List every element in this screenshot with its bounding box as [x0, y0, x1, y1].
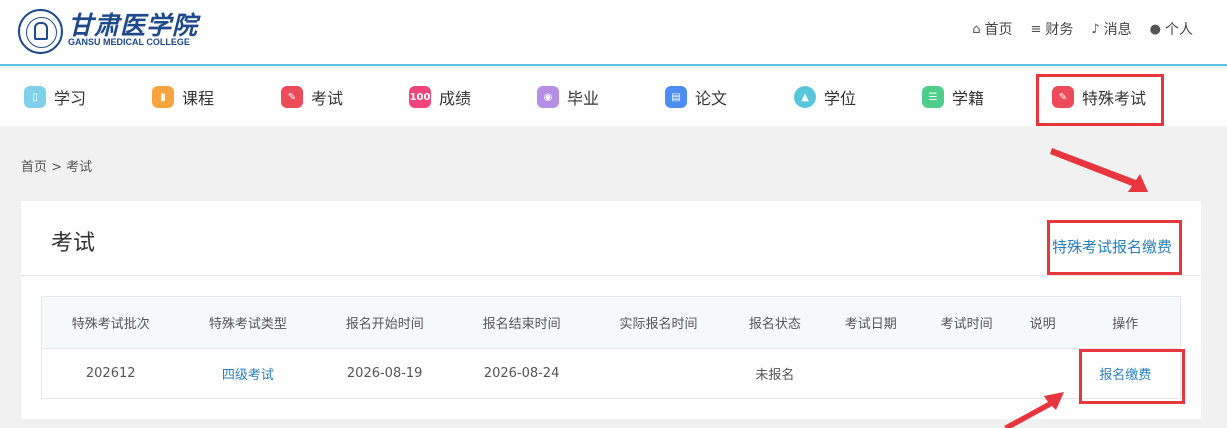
cell-status: 未报名 [726, 348, 823, 399]
college-logo [18, 9, 63, 54]
nav-item-label: 学籍 [952, 89, 985, 108]
exam-icon: ✎ [281, 86, 303, 108]
home-icon: ⌂ [972, 21, 981, 37]
col-type: 特殊考试类型 [179, 296, 317, 349]
nav-item-label: 考试 [311, 89, 344, 108]
nav-item-graduation[interactable]: ◉ 毕业 [537, 85, 599, 109]
database-icon: ≡ [1030, 21, 1042, 37]
course-icon: ▮ [152, 86, 174, 108]
topnav-messages[interactable]: ♪ 消息 [1091, 19, 1131, 39]
col-actual: 实际报名时间 [590, 296, 727, 349]
special-exam-table: 特殊考试批次 特殊考试类型 报名开始时间 报名结束时间 实际报名时间 报名状态 … [41, 296, 1181, 399]
col-exam-date: 考试日期 [822, 296, 919, 349]
cell-note [1014, 348, 1071, 399]
cell-end: 2026-08-24 [453, 348, 591, 399]
page-title: 考试 [51, 231, 96, 256]
nav-item-degree[interactable]: ▲ 学位 [794, 85, 856, 109]
cell-actual [590, 348, 727, 399]
nav-item-study[interactable]: ▯ 学习 [24, 85, 86, 109]
table-row: 202612 四级考试 2026-08-19 2026-08-24 未报名 报名… [41, 348, 1181, 399]
cell-type[interactable]: 四级考试 [179, 348, 317, 399]
table-header-row: 特殊考试批次 特殊考试类型 报名开始时间 报名结束时间 实际报名时间 报名状态 … [41, 296, 1181, 349]
nav-item-grade[interactable]: 100 成绩 [409, 85, 471, 109]
topnav-home-label: 首页 [984, 22, 1013, 38]
status-icon: ☰ [922, 86, 944, 108]
nav-item-exam[interactable]: ✎ 考试 [281, 85, 343, 109]
graduation-icon: ◉ [537, 86, 559, 108]
user-icon: ● [1149, 21, 1161, 37]
nav-item-course[interactable]: ▮ 课程 [152, 85, 214, 109]
cell-exam-time [918, 348, 1015, 399]
topnav-finance-label: 财务 [1045, 22, 1074, 38]
nav-item-label: 成绩 [439, 89, 472, 108]
college-name-en: GANSU MEDICAL COLLEGE [68, 37, 190, 47]
highlight-box-nav [1036, 74, 1164, 126]
breadcrumb: 首页 > 考试 [21, 160, 93, 175]
cell-batch: 202612 [41, 348, 180, 399]
main-nav: ▯ 学习 ▮ 课程 ✎ 考试 100 成绩 ◉ 毕业 ▤ 论文 ▲ 学位 ☰ 学… [0, 68, 1227, 126]
top-nav: ⌂ 首页 ≡ 财务 ♪ 消息 ● 个人 [972, 19, 1193, 39]
col-status: 报名状态 [726, 296, 823, 349]
topnav-profile[interactable]: ● 个人 [1150, 19, 1193, 39]
nav-item-thesis[interactable]: ▤ 论文 [665, 85, 727, 109]
highlight-box-action [1079, 349, 1185, 404]
col-note: 说明 [1014, 296, 1071, 349]
degree-icon: ▲ [794, 86, 816, 108]
header: 甘肃医学院 GANSU MEDICAL COLLEGE ⌂ 首页 ≡ 财务 ♪ … [0, 0, 1227, 66]
study-icon: ▯ [24, 86, 46, 108]
topnav-profile-label: 个人 [1165, 22, 1193, 38]
topnav-finance[interactable]: ≡ 财务 [1030, 19, 1073, 39]
topnav-messages-label: 消息 [1103, 22, 1132, 38]
cell-exam-date [822, 348, 919, 399]
exam-type-link[interactable]: 四级考试 [222, 368, 274, 383]
grade-icon: 100 [409, 86, 431, 108]
nav-item-status[interactable]: ☰ 学籍 [922, 85, 984, 109]
thesis-icon: ▤ [665, 86, 687, 108]
topnav-home[interactable]: ⌂ 首页 [972, 19, 1012, 39]
highlight-box-link [1047, 220, 1182, 275]
nav-item-label: 毕业 [567, 89, 600, 108]
nav-item-label: 学位 [824, 89, 857, 108]
exam-panel: 考试 特殊考试报名缴费 特殊考试批次 特殊考试类型 报名开始时间 报名结束时间 … [21, 201, 1201, 419]
divider [21, 275, 1201, 276]
bell-icon: ♪ [1091, 21, 1100, 37]
col-end: 报名结束时间 [453, 296, 591, 349]
cell-start: 2026-08-19 [316, 348, 454, 399]
nav-item-label: 课程 [182, 89, 215, 108]
arrow-icon [1050, 148, 1148, 192]
col-batch: 特殊考试批次 [41, 296, 180, 349]
col-action: 操作 [1070, 296, 1181, 349]
col-start: 报名开始时间 [316, 296, 454, 349]
nav-item-label: 论文 [695, 89, 728, 108]
nav-item-label: 学习 [54, 89, 87, 108]
col-exam-time: 考试时间 [918, 296, 1015, 349]
